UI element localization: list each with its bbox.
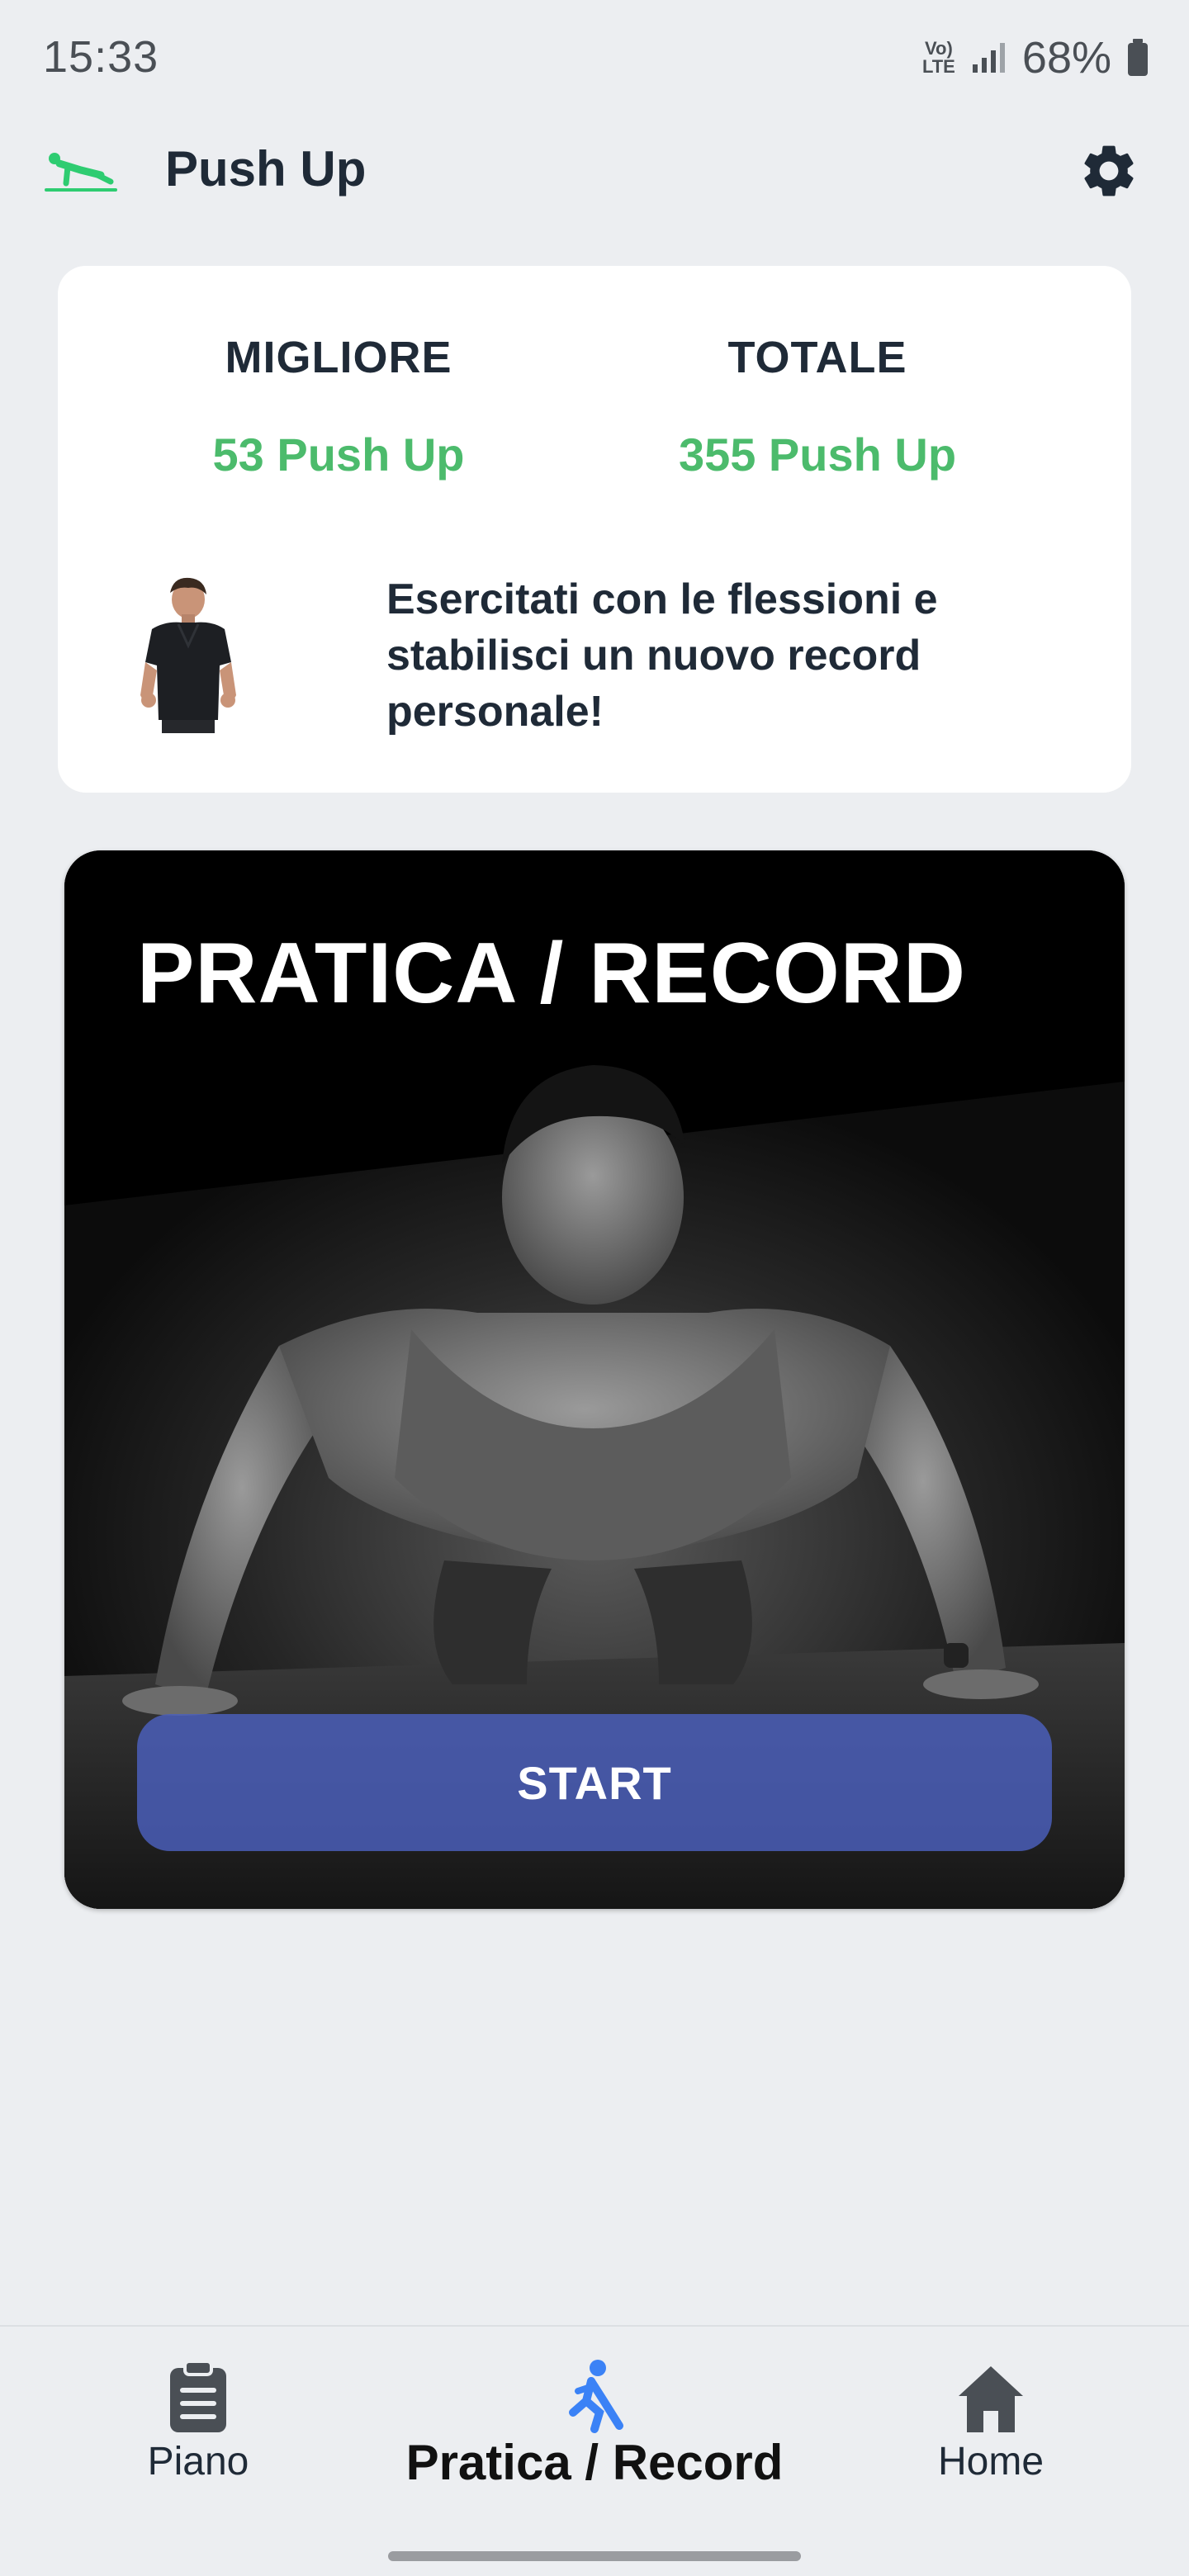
signal-icon xyxy=(972,43,1005,73)
nav-label-home: Home xyxy=(937,2440,1045,2484)
bottom-navigation: Piano Pratica / Record Home xyxy=(0,2325,1189,2576)
settings-button[interactable] xyxy=(1072,134,1146,208)
start-label: START xyxy=(517,1756,672,1809)
nav-item-piano[interactable]: Piano xyxy=(0,2351,396,2517)
motivation-text: Esercitati con le flessioni e stabilisci… xyxy=(386,575,938,736)
best-label: MIGLIORE xyxy=(225,333,452,382)
app-title: Push Up xyxy=(165,141,367,197)
practice-card[interactable]: PRATICA / RECORD START xyxy=(64,850,1125,1909)
total-stat: TOTALE 355 Push Up xyxy=(603,332,1032,481)
battery-icon xyxy=(1128,39,1148,76)
battery-percentage: 68% xyxy=(1021,33,1111,83)
gear-icon xyxy=(1084,145,1134,197)
total-value: 355 Push Up xyxy=(678,429,957,481)
push-up-app-screen: 15:33 Vo) LTE 68% Push Up MIGLIORE 53 Pu… xyxy=(0,0,1189,2576)
stats-card: MIGLIORE 53 Push Up TOTALE 355 Push Up E… xyxy=(58,266,1131,793)
home-icon xyxy=(950,2351,1032,2434)
volte-indicator: Vo) LTE xyxy=(921,38,955,77)
nav-label-piano: Piano xyxy=(147,2440,249,2484)
status-time: 15:33 xyxy=(43,32,159,82)
exercise-figure-icon xyxy=(553,2351,636,2434)
clipboard-icon xyxy=(157,2351,239,2434)
pushup-logo-icon xyxy=(45,153,117,192)
app-bar: Push Up xyxy=(0,116,1189,223)
nav-item-pratica-record[interactable]: Pratica / Record xyxy=(396,2351,793,2517)
home-indicator-bar[interactable] xyxy=(388,2551,801,2561)
best-value: 53 Push Up xyxy=(212,429,465,481)
nav-label-pratica-record: Pratica / Record xyxy=(405,2435,784,2490)
status-bar: 15:33 Vo) LTE 68% xyxy=(0,0,1189,116)
start-button[interactable]: START xyxy=(137,1714,1052,1851)
status-indicators: Vo) LTE 68% xyxy=(921,33,1149,83)
practice-title: PRATICA / RECORD xyxy=(137,926,966,1021)
total-label: TOTALE xyxy=(727,333,907,382)
trainer-avatar xyxy=(140,577,236,733)
nav-item-home[interactable]: Home xyxy=(793,2351,1189,2517)
best-stat: MIGLIORE 53 Push Up xyxy=(124,332,553,481)
motivation-row: Esercitati con le flessioni e stabilisci… xyxy=(116,571,1073,753)
